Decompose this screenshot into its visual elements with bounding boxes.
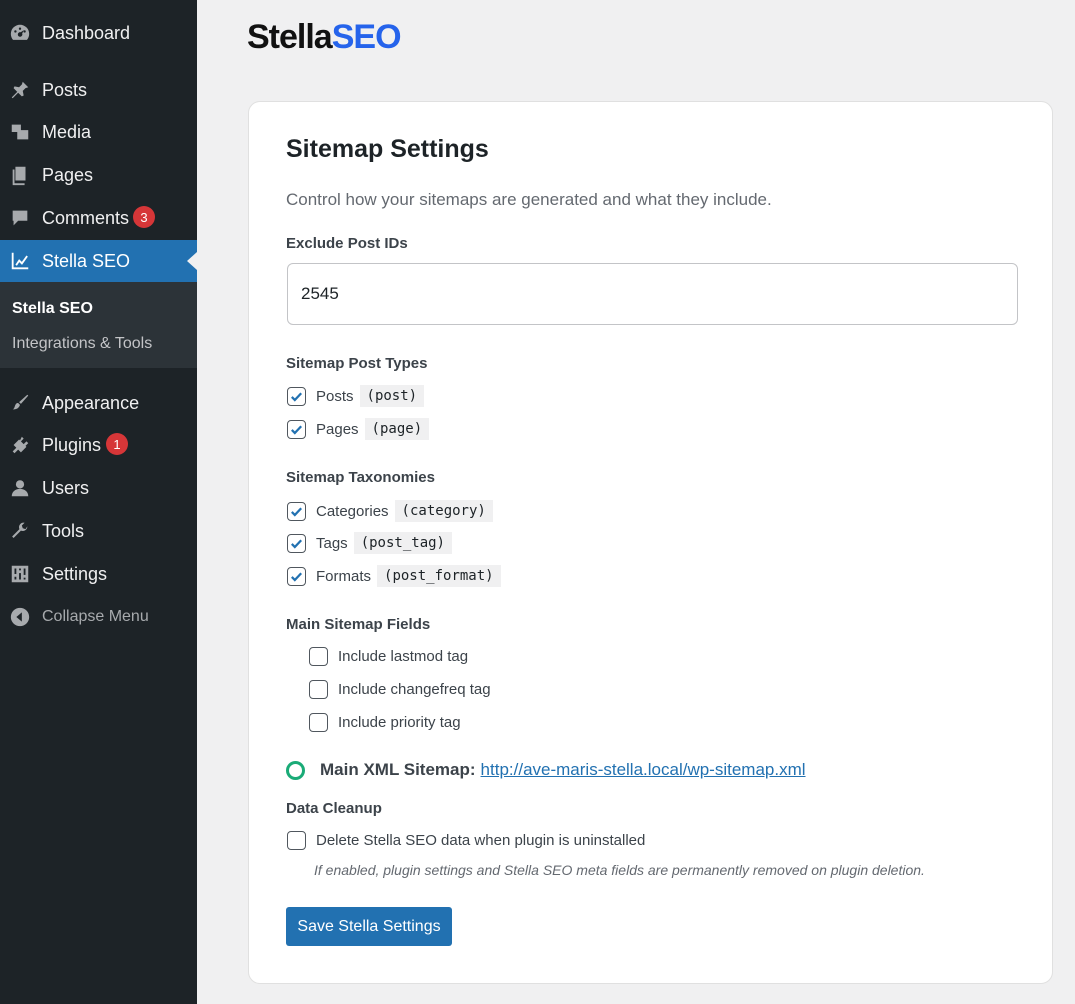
priority-option[interactable]: Include priority tag (309, 713, 461, 732)
option-label: Posts (316, 387, 354, 405)
option-label: Include priority tag (338, 714, 461, 731)
option-slug: (post_format) (377, 565, 501, 587)
menu-item-stella-seo[interactable]: Stella SEO (0, 240, 197, 282)
data-cleanup-label: Data Cleanup (286, 800, 382, 817)
submenu-stella-seo[interactable]: Stella SEO (12, 300, 93, 318)
exclude-ids-label: Exclude Post IDs (286, 235, 408, 252)
menu-item-media[interactable]: Media (0, 111, 197, 153)
changefreq-checkbox[interactable] (309, 680, 328, 699)
pin-icon (8, 78, 32, 102)
priority-checkbox[interactable] (309, 713, 328, 732)
pages-checkbox[interactable] (287, 419, 306, 439)
tags-checkbox[interactable] (287, 533, 306, 553)
brand-part-1: Stella (247, 18, 333, 56)
categories-checkbox[interactable] (287, 501, 306, 521)
menu-label: Tools (42, 520, 85, 541)
post-type-pages-option[interactable]: Pages (page) (287, 418, 430, 440)
menu-item-tools[interactable]: Tools (0, 510, 197, 552)
option-slug: (post) (359, 385, 425, 407)
post-type-posts-option[interactable]: Posts (post) (287, 385, 425, 407)
taxonomy-categories-option[interactable]: Categories (category) (287, 500, 493, 522)
dashboard-icon (8, 21, 32, 45)
brand-part-2: SEO (331, 18, 402, 56)
brand-logo: StellaSEO (247, 18, 402, 57)
menu-label: Pages (42, 164, 94, 185)
stella-seo-submenu: Stella SEO Integrations & Tools (0, 282, 197, 368)
option-label: Categories (316, 502, 389, 520)
menu-item-pages[interactable]: Pages (0, 154, 197, 196)
option-slug: (post_tag) (353, 532, 452, 554)
menu-item-settings[interactable]: Settings (0, 553, 197, 595)
menu-label: Stella SEO (42, 250, 131, 271)
data-cleanup-option[interactable]: Delete Stella SEO data when plugin is un… (287, 831, 645, 850)
card-description: Control how your sitemaps are generated … (286, 190, 772, 209)
changefreq-option[interactable]: Include changefreq tag (309, 680, 491, 699)
menu-item-plugins[interactable]: Plugins 1 (0, 424, 197, 466)
user-icon (8, 476, 32, 500)
menu-label: Collapse Menu (42, 608, 149, 625)
menu-label: Dashboard (42, 22, 131, 43)
exclude-ids-input[interactable] (287, 263, 1018, 325)
delete-data-checkbox[interactable] (287, 831, 306, 850)
sitemap-settings-card: Sitemap Settings Control how your sitema… (248, 101, 1053, 984)
menu-label: Appearance (42, 392, 140, 413)
main-sitemap-row: Main XML Sitemap: http://ave-maris-stell… (286, 760, 806, 780)
media-icon (8, 120, 32, 144)
menu-label: Posts (42, 79, 88, 100)
comments-count-badge: 3 (133, 206, 155, 228)
menu-item-posts[interactable]: Posts (0, 69, 197, 111)
wrench-icon (8, 519, 32, 543)
option-label: Pages (316, 420, 359, 438)
save-settings-button[interactable]: Save Stella Settings (286, 907, 452, 946)
menu-item-comments[interactable]: Comments 3 (0, 197, 197, 239)
submenu-integrations-tools[interactable]: Integrations & Tools (12, 335, 152, 353)
posts-checkbox[interactable] (287, 386, 306, 406)
option-label: Tags (316, 534, 348, 552)
menu-item-appearance[interactable]: Appearance (0, 382, 197, 424)
pages-icon (8, 163, 32, 187)
sitemap-url-link[interactable]: http://ave-maris-stella.local/wp-sitemap… (481, 760, 806, 780)
menu-label: Plugins (42, 434, 102, 455)
collapse-icon (8, 605, 32, 629)
menu-label: Users (42, 477, 90, 498)
cleanup-note: If enabled, plugin settings and Stella S… (314, 862, 925, 878)
post-types-label: Sitemap Post Types (286, 355, 428, 372)
option-slug: (category) (394, 500, 493, 522)
plugin-icon (8, 433, 32, 457)
status-ring-icon (286, 760, 305, 780)
menu-item-dashboard[interactable]: Dashboard (0, 12, 197, 54)
taxonomy-formats-option[interactable]: Formats (post_format) (287, 565, 501, 587)
paintbrush-icon (8, 391, 32, 415)
option-label: Delete Stella SEO data when plugin is un… (316, 832, 646, 849)
taxonomy-tags-option[interactable]: Tags (post_tag) (287, 532, 452, 554)
comment-icon (8, 206, 32, 230)
admin-sidebar: Dashboard Posts Media Pages Comments 3 S… (0, 0, 197, 1004)
option-label: Include changefreq tag (338, 681, 491, 698)
option-slug: (page) (364, 418, 430, 440)
option-label: Include lastmod tag (338, 648, 469, 665)
menu-item-users[interactable]: Users (0, 467, 197, 509)
sitemap-label: Main XML Sitemap: (320, 760, 476, 779)
formats-checkbox[interactable] (287, 566, 306, 586)
chart-line-icon (8, 249, 32, 273)
main-fields-label: Main Sitemap Fields (286, 616, 431, 633)
option-label: Formats (316, 567, 372, 585)
collapse-menu-button[interactable]: Collapse Menu (0, 596, 197, 638)
menu-label: Media (42, 121, 92, 142)
settings-sliders-icon (8, 562, 32, 586)
taxonomies-label: Sitemap Taxonomies (286, 469, 435, 486)
plugins-update-badge: 1 (106, 433, 128, 455)
lastmod-option[interactable]: Include lastmod tag (309, 647, 468, 666)
card-title: Sitemap Settings (286, 135, 489, 163)
menu-label: Settings (42, 563, 108, 584)
lastmod-checkbox[interactable] (309, 647, 328, 666)
menu-label: Comments (42, 207, 130, 228)
